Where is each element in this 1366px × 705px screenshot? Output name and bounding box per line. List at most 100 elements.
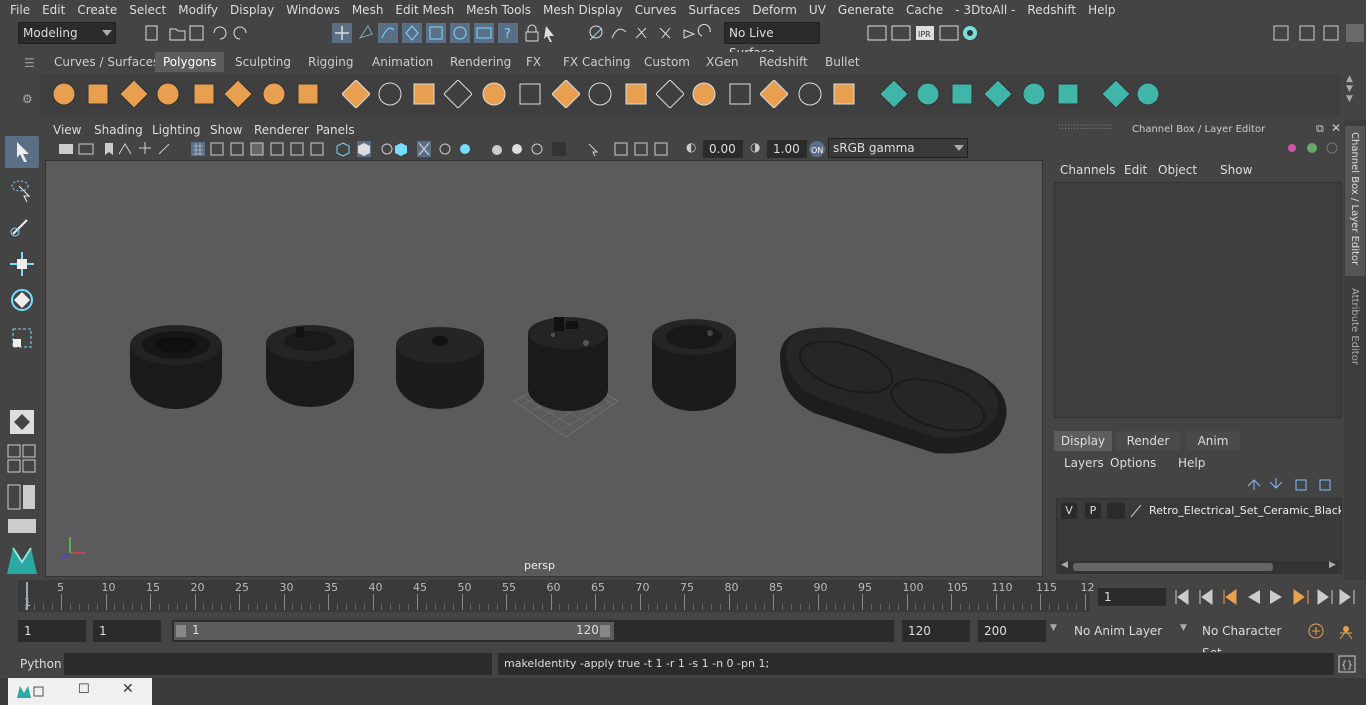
minimized-window-bar[interactable]: ☐ ✕ xyxy=(8,678,152,705)
boolean-icon[interactable] xyxy=(480,80,508,108)
snap-icons[interactable] xyxy=(586,22,716,44)
range-slider[interactable]: 1 120 xyxy=(172,620,894,642)
scroll-right-icon[interactable]: ▶ xyxy=(1329,560,1336,570)
time-slider[interactable]: 1510152025303540455055606570758085909510… xyxy=(0,580,1366,616)
extrude-icon[interactable] xyxy=(586,80,614,108)
shelf-scroll-arrows-icon[interactable]: ▲ ▼ ▼ xyxy=(1346,74,1353,104)
layout-four-view-icon[interactable] xyxy=(7,444,37,474)
close-window-icon[interactable]: ✕ xyxy=(122,681,134,697)
checker-icon[interactable] xyxy=(1102,80,1130,108)
wedge-icon[interactable] xyxy=(796,80,824,108)
insert-edge-loop-icon[interactable] xyxy=(726,80,754,108)
rotate-tool[interactable] xyxy=(5,284,39,316)
shelf-tab-bullet[interactable]: Bullet xyxy=(817,52,868,72)
shelf-tab-curves-surfaces[interactable]: Curves / Surfaces xyxy=(46,52,167,72)
script-language-label[interactable]: Python xyxy=(20,657,62,671)
switch-object-2[interactable] xyxy=(266,325,354,407)
layout-two-view-icon[interactable] xyxy=(7,484,37,510)
live-surface-field[interactable]: No Live Surface xyxy=(724,22,820,60)
shelf-tab-custom[interactable]: Custom xyxy=(636,52,698,72)
switch-object-4[interactable] xyxy=(528,317,608,411)
scrollbar-thumb[interactable] xyxy=(1073,563,1273,571)
menu-help[interactable]: Help xyxy=(1082,0,1121,20)
panel-menu-view[interactable]: View xyxy=(53,120,81,140)
chevron-down-icon[interactable]: ▼ xyxy=(1050,623,1057,633)
move-tool[interactable] xyxy=(5,248,39,280)
character-set-selector[interactable]: No Character Set xyxy=(1196,620,1300,660)
layer-action-icons[interactable] xyxy=(1244,476,1340,492)
mode-selector[interactable]: Modeling xyxy=(18,22,116,44)
layer-menu-layers[interactable]: Layers xyxy=(1064,456,1104,470)
range-bar-icons[interactable] xyxy=(1306,621,1366,641)
base-plate-object[interactable] xyxy=(780,327,1007,454)
tab-attribute-editor[interactable]: Attribute Editor xyxy=(1345,284,1365,384)
menu-mesh-display[interactable]: Mesh Display xyxy=(537,0,629,20)
tab-channel-box-layer-editor[interactable]: Channel Box / Layer Editor xyxy=(1345,126,1365,276)
layer-name[interactable]: Retro_Electrical_Set_Ceramic_Black_00 xyxy=(1149,503,1341,519)
menu-modify[interactable]: Modify xyxy=(172,0,224,20)
shelf-tab-xgen[interactable]: XGen xyxy=(698,52,747,72)
shelf-tab-rigging[interactable]: Rigging xyxy=(300,52,361,72)
layer-tab-render[interactable]: Render xyxy=(1116,431,1180,451)
anim-layer-selector[interactable]: No Anim Layer xyxy=(1068,620,1178,642)
panel-grip-icon[interactable]: :::::::::::::::::: xyxy=(1058,122,1113,132)
menu-display[interactable]: Display xyxy=(224,0,280,20)
panel-menu-show[interactable]: Show xyxy=(210,120,242,140)
menu-select[interactable]: Select xyxy=(123,0,172,20)
mirror-icon[interactable] xyxy=(516,80,544,108)
channel-box-toggle-icons[interactable] xyxy=(1284,140,1340,156)
command-input[interactable] xyxy=(64,653,492,675)
shelf-tab-sculpting[interactable]: Sculpting xyxy=(227,52,299,72)
layer-playback-toggle[interactable]: P xyxy=(1085,503,1101,519)
offset-edge-loop-icon[interactable] xyxy=(760,80,788,108)
channel-box-menu-object[interactable]: Object xyxy=(1158,163,1197,177)
menu-mesh-tools[interactable]: Mesh Tools xyxy=(460,0,537,20)
menu-uv[interactable]: UV xyxy=(803,0,832,20)
float-panel-icon[interactable]: ⧉ xyxy=(1316,122,1324,136)
separate-icon[interactable] xyxy=(376,80,404,108)
viewport-toolbar-icons[interactable] xyxy=(55,140,695,158)
panel-menu-lighting[interactable]: Lighting xyxy=(152,120,201,140)
range-slider-handle[interactable]: 1 120 xyxy=(174,622,614,640)
select-tool[interactable] xyxy=(5,136,39,168)
file-tools-icons[interactable] xyxy=(142,23,262,43)
shelf-menu-icon[interactable]: ☰ xyxy=(24,56,35,70)
smooth-icon[interactable] xyxy=(444,80,472,108)
layout-single-view-icon[interactable] xyxy=(7,518,37,536)
channel-box-menu-channels[interactable]: Channels xyxy=(1060,163,1116,177)
planar-uv-icon[interactable] xyxy=(914,80,942,108)
scroll-left-icon[interactable]: ◀ xyxy=(1061,560,1068,570)
gamma-field[interactable]: 1.00 xyxy=(767,140,807,158)
last-tool[interactable] xyxy=(5,406,39,438)
shelf-tab-rendering[interactable]: Rendering xyxy=(442,52,519,72)
current-frame-field[interactable]: 1 xyxy=(1098,588,1166,606)
poly-cone-icon[interactable] xyxy=(154,80,182,108)
playback-controls[interactable] xyxy=(1172,586,1362,608)
channel-box-menu-edit[interactable]: Edit xyxy=(1124,163,1147,177)
cylindrical-uv-icon[interactable] xyxy=(948,80,976,108)
poly-sphere-icon[interactable] xyxy=(50,80,78,108)
shelf-tab-animation[interactable]: Animation xyxy=(364,52,441,72)
menu-redshift[interactable]: Redshift xyxy=(1021,0,1082,20)
multi-cut-icon[interactable] xyxy=(690,80,718,108)
poke-icon[interactable] xyxy=(830,80,858,108)
shelf-options-gear-icon[interactable]: ⚙ xyxy=(22,92,33,106)
layer-display-type-toggle[interactable] xyxy=(1107,503,1125,519)
lasso-tool[interactable] xyxy=(5,174,39,206)
unfold-icon[interactable] xyxy=(1134,80,1162,108)
socket-object-1[interactable] xyxy=(130,325,222,409)
time-ruler[interactable]: 1510152025303540455055606570758085909510… xyxy=(18,580,1095,612)
poly-cube-icon[interactable] xyxy=(84,80,112,108)
chevron-down-icon[interactable]: ▼ xyxy=(1180,623,1187,633)
poly-torus-icon[interactable] xyxy=(224,80,252,108)
poly-plane-icon[interactable] xyxy=(190,80,218,108)
menu-create[interactable]: Create xyxy=(71,0,123,20)
color-management-icon[interactable]: ON xyxy=(808,140,826,158)
paint-select-tool[interactable] xyxy=(5,210,39,242)
menu-windows[interactable]: Windows xyxy=(280,0,346,20)
shelf-tab-redshift[interactable]: Redshift xyxy=(751,52,816,72)
maximize-icon[interactable]: ☐ xyxy=(78,682,90,697)
animation-start-field[interactable]: 1 xyxy=(18,620,86,642)
perspective-viewport[interactable]: persp xyxy=(45,160,1043,577)
mirror-geometry-icon[interactable] xyxy=(880,80,908,108)
